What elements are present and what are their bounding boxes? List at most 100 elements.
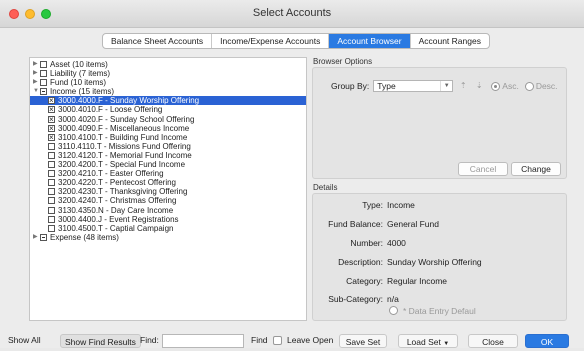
disclosure-collapsed-icon[interactable]: ▶: [33, 78, 38, 87]
detail-key: Type:: [362, 200, 383, 210]
save-set-button[interactable]: Save Set: [339, 334, 387, 348]
tree-checkbox[interactable]: [48, 215, 55, 223]
tree-checkbox[interactable]: [48, 188, 55, 196]
window-title: Select Accounts: [252, 7, 332, 19]
show-find-results-button[interactable]: Show Find Results: [60, 334, 141, 348]
tree-row-label: 3120.4120.T - Memorial Fund Income: [58, 150, 192, 160]
tree-row-label: Asset (10 items): [50, 60, 108, 69]
load-set-button[interactable]: Load Set ▼: [398, 334, 458, 348]
find-input[interactable]: [162, 334, 244, 348]
tree-account-row[interactable]: 3200.4200.T - Special Fund Income: [30, 160, 306, 169]
data-entry-default-checkbox[interactable]: [389, 306, 398, 315]
tree-account-row[interactable]: 3200.4230.T - Thanksgiving Offering: [30, 187, 306, 196]
detail-row-category: Category: Regular Income: [313, 275, 447, 287]
group-by-row: Group By: Type ▼ ⇡ ⇣ Asc. Desc.: [331, 80, 558, 92]
tree-checkbox[interactable]: [48, 142, 55, 150]
tree-checkbox[interactable]: [40, 233, 47, 241]
tree-row-label: 3000.4090.F - Miscellaneous Income: [58, 123, 190, 133]
tree-checkbox[interactable]: [48, 151, 55, 159]
tree-row-label: Expense (48 items): [50, 232, 119, 242]
data-entry-default-label: * Data Entry Defaul: [403, 306, 476, 316]
sort-descending-icon[interactable]: ⇣: [473, 80, 485, 92]
tree-checkbox[interactable]: [48, 115, 55, 124]
tree-checkbox[interactable]: [40, 88, 47, 96]
tree-account-row[interactable]: 3000.4090.F - Miscellaneous Income: [30, 124, 306, 133]
sort-ascending-icon[interactable]: ⇡: [457, 80, 469, 92]
tab-balance-sheet-accounts[interactable]: Balance Sheet Accounts: [103, 34, 213, 48]
title-bar: Select Accounts: [0, 0, 584, 28]
disclosure-expanded-icon[interactable]: ▼: [33, 87, 39, 96]
detail-value: General Fund: [387, 219, 439, 229]
tree-account-row[interactable]: 3100.4100.T - Building Fund Income: [30, 133, 306, 142]
tab-income-expense-accounts[interactable]: Income/Expense Accounts: [212, 34, 330, 48]
tree-account-row[interactable]: 3130.4350.N - Day Care Income: [30, 206, 306, 215]
tree-checkbox[interactable]: [48, 133, 55, 142]
bottom-toolbar: Show All Show Find Results Find: Find Le…: [0, 332, 584, 348]
group-by-select[interactable]: Type ▼: [373, 80, 454, 92]
tree-account-row[interactable]: 3120.4120.T - Memorial Fund Income: [30, 151, 306, 160]
tree-checkbox[interactable]: [48, 206, 55, 214]
tree-group-row[interactable]: ▶ Expense (48 items): [30, 233, 306, 242]
change-button[interactable]: Change: [511, 162, 561, 176]
tree-row-label: 3130.4350.N - Day Care Income: [58, 205, 174, 215]
leave-open-checkbox[interactable]: [273, 336, 282, 345]
asc-label: Asc.: [502, 81, 519, 91]
tree-checkbox[interactable]: [40, 79, 47, 87]
tab-account-browser[interactable]: Account Browser: [329, 34, 411, 48]
disclosure-collapsed-icon[interactable]: ▶: [33, 233, 38, 242]
detail-row-description: Description: Sunday Worship Offering: [313, 256, 482, 268]
tree-checkbox[interactable]: [40, 70, 47, 78]
tree-row-label: Income (15 items): [50, 87, 115, 97]
tab-bar: Balance Sheet Accounts Income/Expense Ac…: [102, 33, 490, 49]
cancel-button[interactable]: Cancel: [458, 162, 508, 176]
disclosure-collapsed-icon[interactable]: ▶: [33, 60, 38, 69]
detail-row-type: Type: Income: [313, 199, 415, 211]
ok-button[interactable]: OK: [525, 334, 569, 348]
tree-checkbox[interactable]: [48, 105, 55, 114]
account-tree[interactable]: ▶ Asset (10 items) ▶ Liability (7 items) ▶ Fu…: [29, 57, 307, 321]
chevron-down-icon: ▼: [443, 341, 450, 347]
tree-group-row[interactable]: ▶ Fund (10 items): [30, 78, 306, 87]
tree-row-label: 3200.4220.T - Pentecost Offering: [58, 178, 177, 188]
leave-open-label: Leave Open: [287, 335, 334, 345]
tree-account-row[interactable]: 3000.4020.F - Sunday School Offering: [30, 115, 306, 124]
tree-account-row[interactable]: 3000.4010.F - Loose Offering: [30, 105, 306, 114]
tree-checkbox[interactable]: [48, 179, 55, 187]
detail-row-sub-category: Sub-Category: n/a: [313, 293, 399, 305]
tree-checkbox[interactable]: [48, 197, 55, 205]
close-button[interactable]: Close: [468, 334, 518, 348]
tree-account-row[interactable]: 3100.4500.T - Captial Campaign: [30, 224, 306, 233]
find-label: Find:: [140, 335, 159, 345]
tree-account-row[interactable]: 3200.4210.T - Easter Offering: [30, 169, 306, 178]
tree-account-row[interactable]: 3000.4000.F - Sunday Worship Offering: [30, 96, 306, 106]
detail-value: Income: [387, 200, 415, 210]
desc-radio[interactable]: [524, 81, 534, 91]
tree-checkbox[interactable]: [48, 124, 55, 133]
chevron-down-icon: ▼: [440, 81, 452, 91]
tree-checkbox[interactable]: [48, 161, 55, 169]
tree-group-row[interactable]: ▼ Income (15 items): [30, 87, 306, 96]
group-by-value: Type: [377, 81, 396, 91]
find-button[interactable]: Find: [251, 335, 268, 345]
tree-account-row[interactable]: 3110.4110.T - Missions Fund Offering: [30, 142, 306, 151]
tree-account-row[interactable]: 3200.4240.T - Christmas Offering: [30, 196, 306, 205]
tree-row-label: 3000.4020.F - Sunday School Offering: [58, 114, 195, 124]
disclosure-collapsed-icon[interactable]: ▶: [33, 69, 38, 78]
tree-checkbox[interactable]: [48, 170, 55, 178]
tree-account-row[interactable]: 3200.4220.T - Pentecost Offering: [30, 178, 306, 187]
detail-key: Category:: [346, 276, 383, 286]
tab-account-ranges[interactable]: Account Ranges: [411, 34, 489, 48]
tree-row-label: 3110.4110.T - Missions Fund Offering: [58, 141, 191, 151]
show-all-button[interactable]: Show All: [8, 335, 41, 345]
tree-checkbox[interactable]: [40, 61, 47, 68]
asc-radio[interactable]: [491, 81, 501, 91]
tree-account-row[interactable]: 3000.4400.J - Event Registrations: [30, 215, 306, 224]
detail-key: Number:: [350, 238, 383, 248]
tree-row-label: 3100.4100.T - Building Fund Income: [58, 132, 188, 142]
tree-group-row[interactable]: ▶ Liability (7 items): [30, 69, 306, 78]
details-list: Type: Income Fund Balance: General Fund …: [313, 194, 482, 314]
tree-row-label: 3200.4200.T - Special Fund Income: [58, 160, 186, 170]
tree-checkbox[interactable]: [48, 224, 55, 232]
tree-group-row[interactable]: ▶ Asset (10 items): [30, 60, 306, 69]
tree-checkbox[interactable]: [48, 96, 55, 105]
